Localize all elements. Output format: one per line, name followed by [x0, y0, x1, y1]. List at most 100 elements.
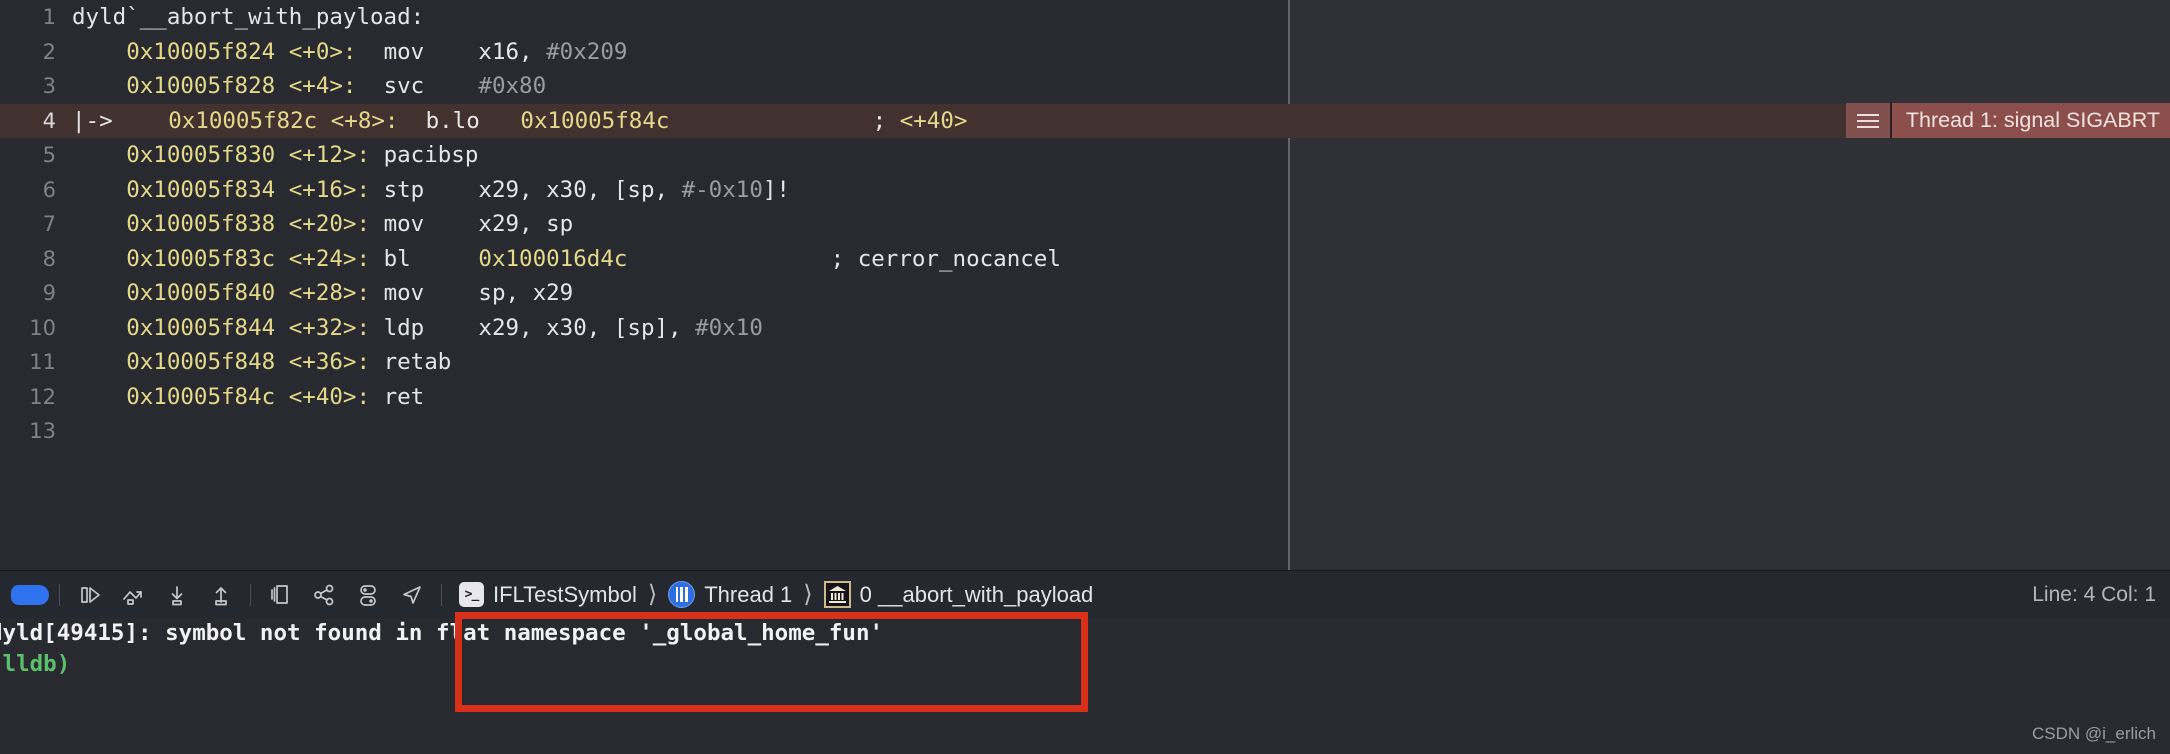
code-span: #0x10 [695, 314, 763, 341]
line-col-status: Line: 4 Col: 1 [2032, 582, 2156, 606]
line-number: 10 [29, 315, 56, 340]
code-text: 0x10005f848 <+36>: retab [72, 345, 451, 380]
step-into-button[interactable] [155, 575, 199, 615]
toolbar-divider [441, 583, 442, 606]
line-number: 3 [42, 74, 56, 98]
blue-pill-icon [11, 584, 49, 605]
code-span [114, 108, 168, 134]
memory-graph-button[interactable] [346, 575, 390, 615]
line-number: 12 [29, 384, 56, 409]
code-span: 0x10005f838 <+20>: [126, 211, 371, 237]
code-line[interactable]: 7 0x10005f838 <+20>: mov x29, sp [0, 207, 2170, 242]
code-line[interactable]: 12 0x10005f84c <+40>: ret [0, 380, 2170, 415]
step-over-button[interactable] [111, 575, 155, 615]
pill-toggle[interactable] [8, 575, 52, 615]
breadcrumb-item-frame[interactable]: 0 __abort_with_payload [823, 581, 1094, 608]
code-span: ldp x29, x30, [sp], [370, 314, 696, 341]
code-line[interactable]: 4 |-> 0x10005f82c <+8>: b.lo 0x10005f84c … [0, 103, 2170, 139]
breadcrumb-item-process[interactable]: >_ IFLTestSymbol [459, 582, 637, 608]
code-span [72, 73, 126, 99]
code-line[interactable]: 8 0x10005f83c <+24>: bl 0x100016d4c ; ce… [0, 242, 2170, 277]
continue-button[interactable] [67, 575, 111, 615]
code-span: 0x10005f848 <+36>: [126, 349, 371, 375]
code-span: ; cerror_nocancel [627, 245, 1061, 272]
code-span: #-0x10 [681, 176, 763, 203]
code-span: #0x80 [478, 73, 547, 99]
code-line[interactable]: 1 dyld`__abort_with_payload: [0, 0, 2170, 35]
xcode-debugger-window: 1 dyld`__abort_with_payload: 2 0x10005f824… [0, 0, 2170, 754]
code-span: pacibsp [370, 142, 479, 168]
line-number: 13 [29, 419, 56, 443]
code-span: mov x29, sp [370, 211, 574, 237]
code-line[interactable]: 6 0x10005f834 <+16>: stp x29, x30, [sp, … [0, 173, 2170, 208]
console-line-list: dyld[49415]: symbol not found in flat na… [0, 618, 2170, 680]
line-number: 7 [42, 212, 56, 236]
code-span: #0x209 [546, 38, 628, 65]
toolbar-divider [59, 583, 60, 606]
code-line[interactable]: 11 0x10005f848 <+36>: retab [0, 345, 2170, 380]
code-span [72, 315, 126, 341]
code-line[interactable]: 13 [0, 414, 2170, 449]
code-span [72, 280, 126, 306]
code-span: mov sp, x29 [370, 280, 574, 306]
step-into-icon [171, 585, 183, 605]
debug-view-button[interactable] [258, 575, 302, 615]
code-span: 0x10005f828 <+4>: [126, 73, 357, 99]
chevron-right-icon: ⟩ [647, 581, 658, 608]
code-span: retab [370, 349, 452, 375]
code-text: 0x10005f824 <+0>: mov x16, #0x209 [72, 35, 627, 70]
debug-console[interactable]: dyld[49415]: symbol not found in flat na… [0, 618, 2170, 754]
line-number: 2 [42, 39, 56, 64]
toolbar-divider [250, 583, 251, 606]
code-span [72, 177, 126, 203]
line-number: 11 [29, 350, 56, 374]
code-span: 0x10005f82c <+8>: [168, 107, 399, 134]
line-number: 5 [42, 143, 56, 167]
code-span: <+40> [899, 107, 968, 134]
code-span: 0x10005f844 <+32>: [126, 314, 371, 341]
status-badge[interactable]: Thread 1: signal SIGABRT [1845, 103, 2170, 138]
code-span: b.lo [398, 107, 521, 134]
code-span: dyld`__abort_with_payload: [72, 4, 425, 30]
code-line[interactable]: 5 0x10005f830 <+12>: pacibsp [0, 138, 2170, 173]
code-span: bl [370, 245, 479, 272]
breadcrumb-label-frame: 0 __abort_with_payload [859, 581, 1094, 607]
badge-grip-handle[interactable] [1845, 103, 1890, 138]
code-span [72, 142, 126, 168]
step-out-icon [215, 586, 227, 605]
code-text: 0x10005f844 <+32>: ldp x29, x30, [sp], #… [72, 311, 763, 346]
breadcrumb-item-thread[interactable]: Thread 1 [668, 581, 792, 608]
code-text: 0x10005f82c <+8>: b.lo 0x10005f84c ; <+4… [114, 104, 967, 139]
disassembly-editor[interactable]: 1 dyld`__abort_with_payload: 2 0x10005f824… [0, 0, 2170, 570]
code-span [72, 211, 126, 237]
code-span: 0x10005f834 <+16>: [126, 176, 371, 203]
bank-glyph [828, 586, 846, 603]
code-span: mov x16, [356, 38, 547, 65]
code-line[interactable]: 10 0x10005f844 <+32>: ldp x29, x30, [sp]… [0, 311, 2170, 346]
code-line[interactable]: 2 0x10005f824 <+0>: mov x16, #0x209 [0, 35, 2170, 70]
line-number: 4 [42, 108, 56, 133]
pc-arrow-icon: |-> [72, 107, 113, 134]
chevron-right-icon: ⟩ [803, 581, 813, 608]
code-span [72, 384, 126, 410]
simulate-location-button[interactable] [390, 575, 434, 615]
code-span: 0x10005f84c [520, 107, 670, 134]
code-text: 0x10005f838 <+20>: mov x29, sp [72, 207, 573, 242]
view-hierarchy-button[interactable] [302, 575, 346, 615]
code-text: dyld`__abort_with_payload: [72, 0, 424, 35]
step-out-button[interactable] [199, 575, 243, 615]
breadcrumb-label-process: IFLTestSymbol [493, 581, 637, 607]
code-span: 0x10005f830 <+12>: [126, 142, 371, 168]
code-line[interactable]: 3 0x10005f828 <+4>: svc #0x80 [0, 69, 2170, 104]
code-span: svc [356, 73, 479, 99]
code-span: ; [669, 107, 900, 134]
code-text: 0x10005f830 <+12>: pacibsp [72, 138, 478, 173]
breadcrumb-label-thread: Thread 1 [704, 581, 793, 607]
watermark-label: CSDN @i_erlich [2031, 724, 2156, 743]
line-number: 6 [42, 177, 56, 202]
code-line[interactable]: 9 0x10005f840 <+28>: mov sp, x29 [0, 276, 2170, 311]
stack-layers-icon [271, 584, 288, 604]
code-text: 0x10005f83c <+24>: bl 0x100016d4c ; cerr… [72, 242, 1061, 277]
step-over-icon [123, 590, 142, 605]
code-text: 0x10005f840 <+28>: mov sp, x29 [72, 276, 573, 311]
